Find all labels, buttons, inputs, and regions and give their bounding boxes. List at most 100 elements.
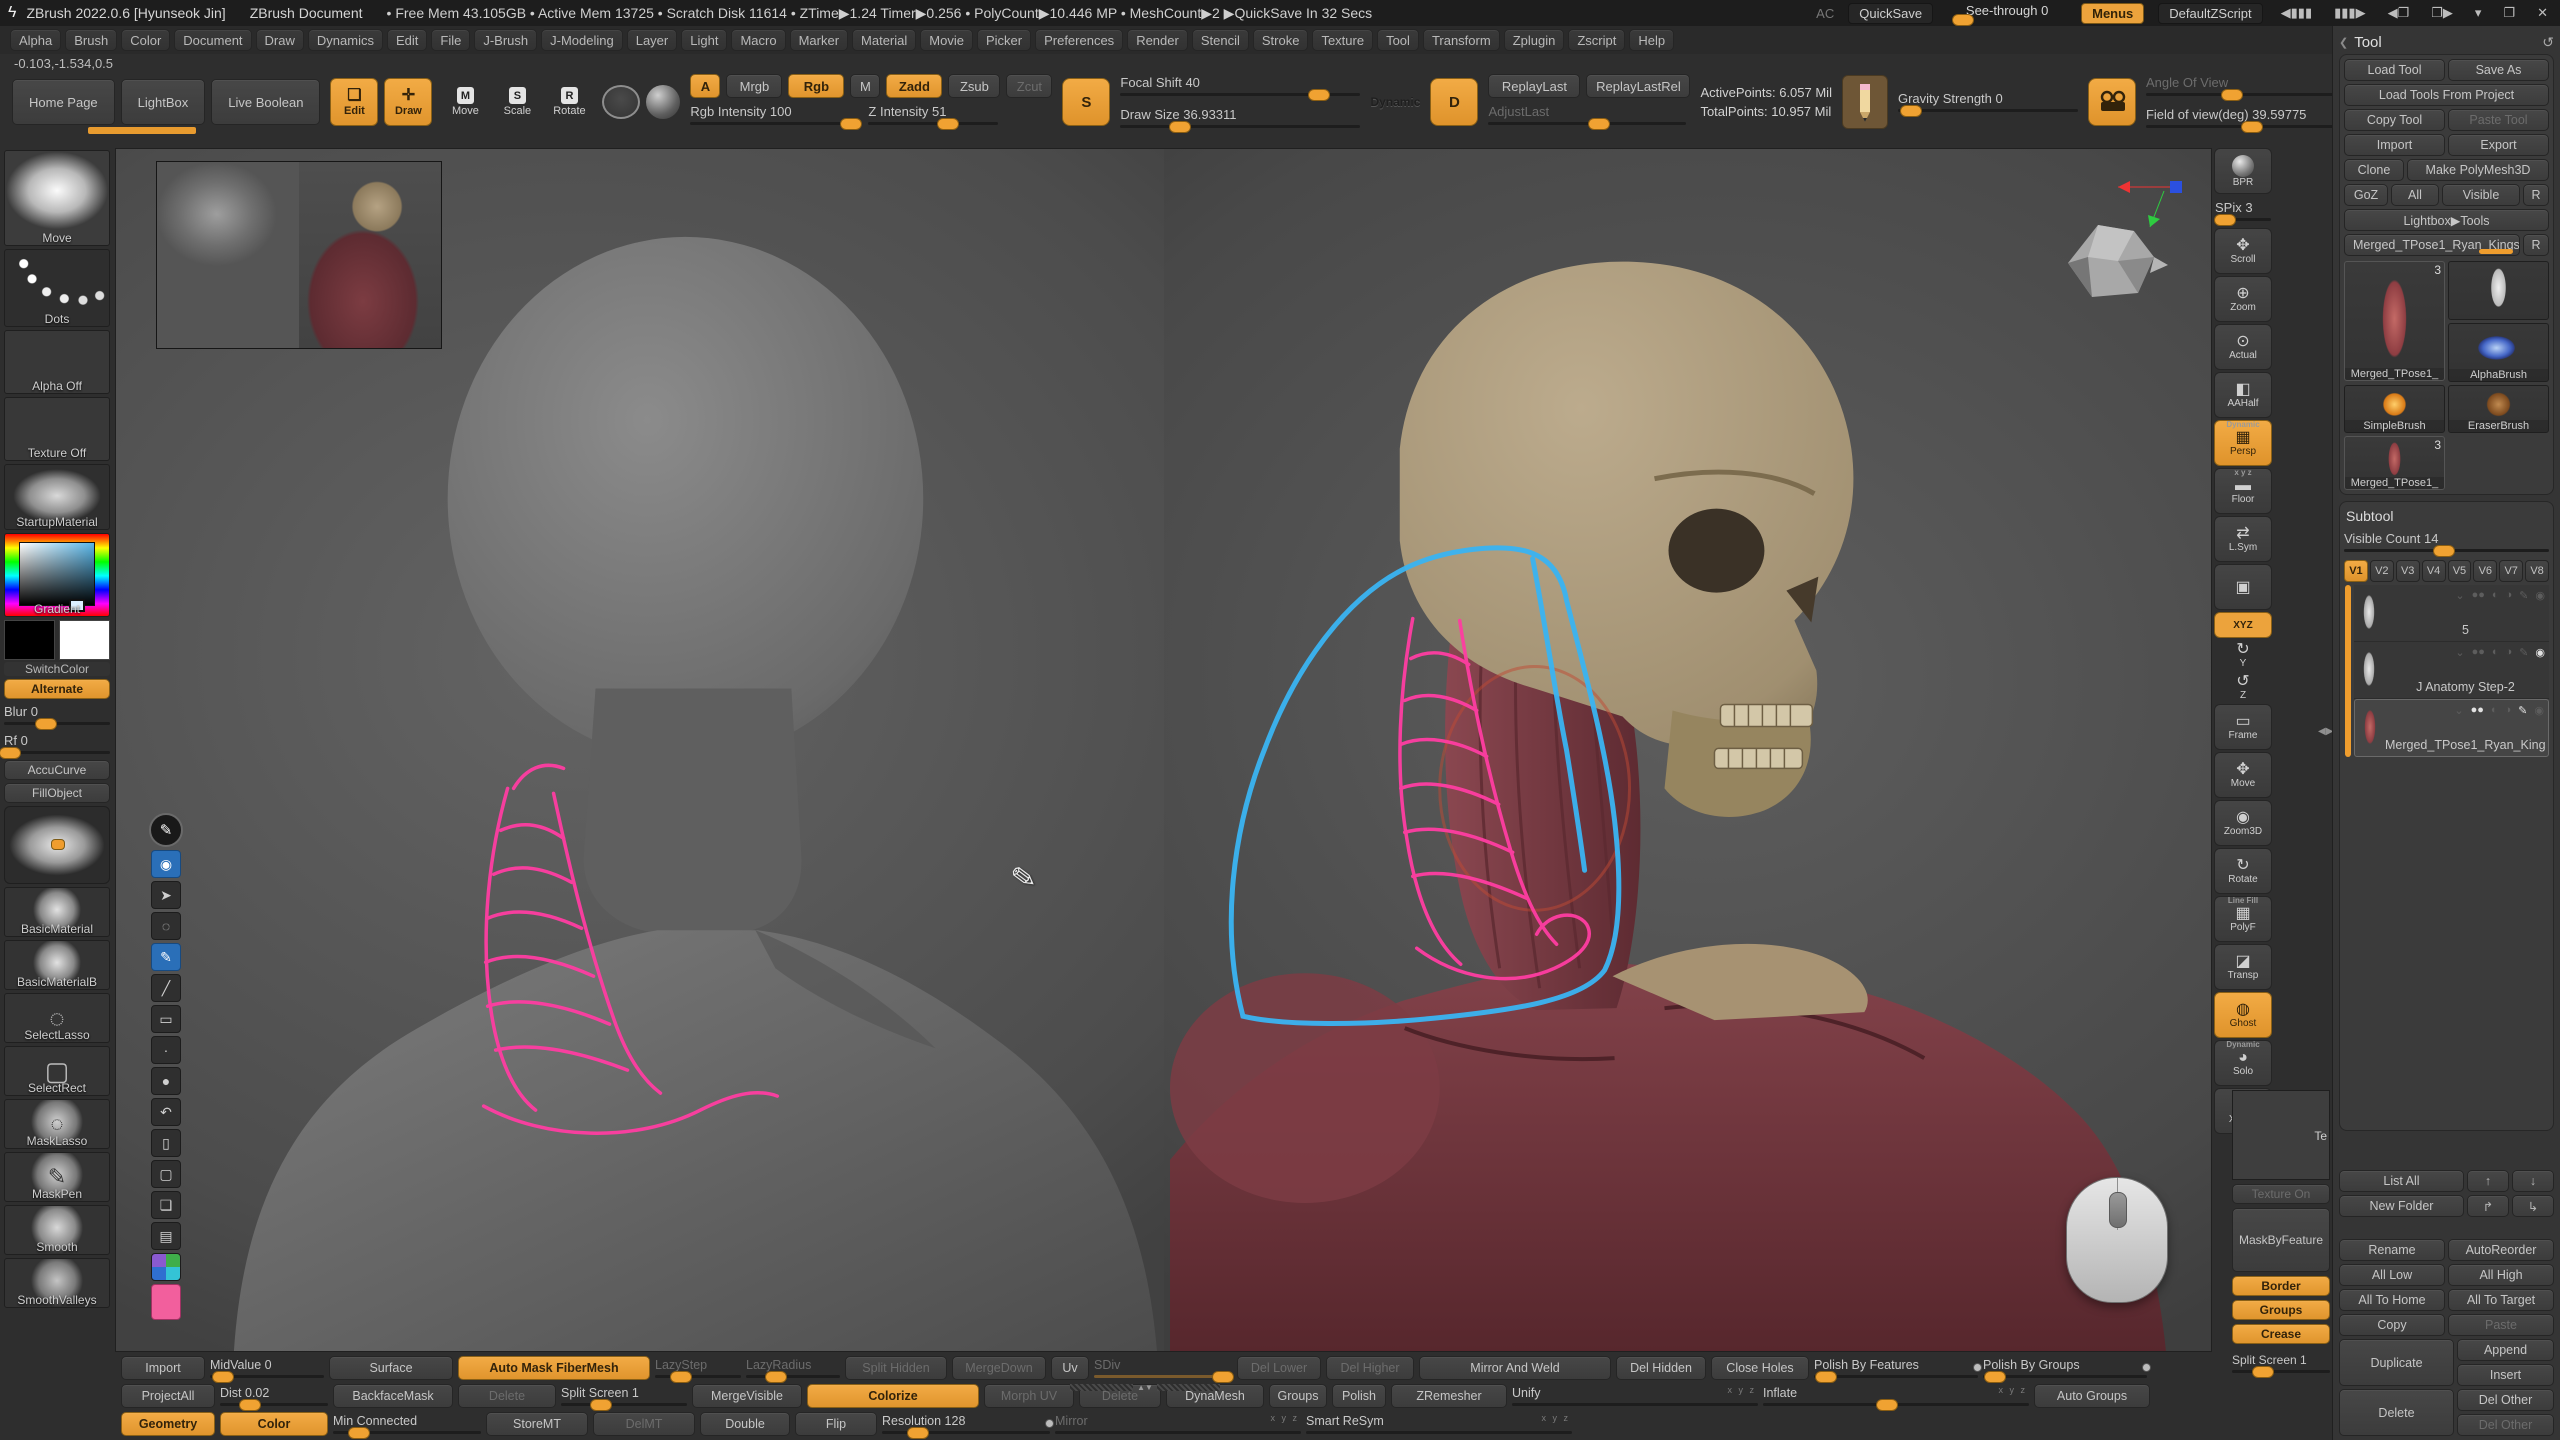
goz-all-button[interactable]: All (2391, 184, 2439, 206)
subtool-tab-v1[interactable]: V1 (2344, 560, 2368, 582)
zremesher-button[interactable]: ZRemesher (1391, 1384, 1507, 1408)
new-folder-button[interactable]: New Folder (2339, 1195, 2464, 1217)
material-sphere-icon[interactable] (646, 85, 680, 119)
switchcolor-swatches[interactable]: SwitchColor (4, 620, 110, 676)
subtool-tab-v2[interactable]: V2 (2370, 560, 2394, 582)
pencil-tool-preview[interactable] (1842, 75, 1888, 129)
lightbox-tools-button[interactable]: Lightbox▶Tools (2344, 209, 2549, 231)
all-low-button[interactable]: All Low (2339, 1264, 2445, 1286)
z-rotate-button[interactable]: ↺Z (2215, 672, 2271, 702)
palette-left-icon[interactable]: ◀❐ (2384, 5, 2414, 21)
texture-off-thumb[interactable]: Texture Off (4, 397, 110, 461)
frame-button[interactable]: ▭Frame (2214, 704, 2272, 750)
material[interactable]: Material (852, 29, 916, 51)
xyz-button[interactable]: XYZ (2214, 612, 2272, 638)
uv-button[interactable]: Uv (1051, 1356, 1089, 1380)
subtool-mini-icon[interactable]: ●● (2472, 646, 2485, 659)
goz-button[interactable]: GoZ (2344, 184, 2388, 206)
tool-thumb-merged-tpose[interactable]: 3 Merged_TPose1_ (2344, 261, 2445, 381)
unify-slider[interactable]: Unifyx y z (1512, 1383, 1758, 1409)
sdiv-slider[interactable]: SDiv (1094, 1355, 1232, 1381)
scale-button[interactable]: SScale (494, 79, 540, 125)
color[interactable]: Color (121, 29, 170, 51)
subtool-mini-icon[interactable]: ◉ (2535, 589, 2545, 602)
move-view-button[interactable]: ✥Move (2214, 752, 2272, 798)
copy-subtool-button[interactable]: Copy (2339, 1314, 2445, 1336)
alternate-button[interactable]: Alternate (4, 679, 110, 699)
floor-button[interactable]: x y z▬Floor (2214, 468, 2272, 514)
delete-subtool-button[interactable]: Delete (2339, 1389, 2454, 1436)
j-brush[interactable]: J-Brush (474, 29, 537, 51)
resolution-slider[interactable]: Resolution 128 (882, 1411, 1050, 1437)
color-picker[interactable]: Gradient (4, 533, 110, 617)
del-higher-button[interactable]: Del Higher (1326, 1356, 1414, 1380)
texture-on-button[interactable]: Texture On (2232, 1184, 2330, 1204)
paste-subtool-button[interactable]: Paste (2448, 1314, 2554, 1336)
lasso-icon[interactable]: ◌ (151, 912, 181, 940)
document[interactable]: Document (174, 29, 251, 51)
m-button[interactable]: M (850, 74, 880, 98)
color-palette-icon[interactable] (151, 1253, 181, 1281)
subtool-mini-icon[interactable]: ⌄ (2455, 646, 2464, 659)
rotate-view-button[interactable]: ↻Rotate (2214, 848, 2272, 894)
ring-icon[interactable] (602, 85, 640, 119)
material-thumb-startup[interactable]: StartupMaterial (4, 464, 110, 530)
del-lower-button[interactable]: Del Lower (1237, 1356, 1321, 1380)
solo-button[interactable]: Dynamic◕Solo (2214, 1040, 2272, 1086)
del-other-2-button[interactable]: Del Other (2457, 1414, 2554, 1436)
help[interactable]: Help (1629, 29, 1674, 51)
subtool-mini-icon[interactable]: ✎ (2518, 704, 2527, 717)
picker[interactable]: Picker (977, 29, 1031, 51)
draw-size-icon[interactable]: S (1062, 78, 1110, 126)
goz-visible-button[interactable]: Visible (2442, 184, 2520, 206)
canvas-right-view[interactable] (1164, 149, 2211, 1351)
stroke[interactable]: Stroke (1253, 29, 1309, 51)
masklasso-thumb[interactable]: ◌MaskLasso (4, 1099, 110, 1149)
shelf-divider-handle[interactable]: ▲▼ (1070, 1382, 1220, 1392)
auto-mask-fibermesh-button[interactable]: Auto Mask FiberMesh (458, 1356, 650, 1380)
zscript-button[interactable]: DefaultZScript (2158, 3, 2262, 24)
groups-button[interactable]: Groups (1269, 1384, 1327, 1408)
zoom-button[interactable]: ⊕Zoom (2214, 276, 2272, 322)
palette-right-icon[interactable]: ❐▶ (2427, 5, 2457, 21)
home-page-button[interactable]: Home Page (12, 79, 115, 125)
stroke-thumb-dots[interactable]: Dots (4, 249, 110, 327)
subtool-mini-icon[interactable]: ◐ (2492, 646, 2499, 659)
bpr-button[interactable]: BPR (2214, 148, 2272, 194)
polish-by-groups-slider[interactable]: Polish By Groups (1983, 1355, 2147, 1381)
trash-icon[interactable]: ▯ (151, 1129, 181, 1157)
brush-thumb-move[interactable]: Move (4, 150, 110, 246)
tool-thumb-eraserbrush[interactable]: EraserBrush (2448, 385, 2549, 433)
mirror-and-weld-button[interactable]: Mirror And Weld (1419, 1356, 1611, 1380)
groups-crease-button[interactable]: Groups (2232, 1300, 2330, 1320)
subtool-mini-icon[interactable]: ◐ (2491, 704, 2498, 717)
subtool-mini-icon[interactable]: ⌄ (2454, 704, 2463, 717)
subtool-tab-v6[interactable]: V6 (2473, 560, 2497, 582)
notes-icon[interactable]: ▤ (151, 1222, 181, 1250)
subtool-mini-icon[interactable]: ⌄ (2455, 589, 2464, 602)
undo-icon[interactable]: ↶ (151, 1098, 181, 1126)
reference-thumb-anatomy-figure[interactable] (299, 162, 441, 348)
border-button[interactable]: Border (2232, 1276, 2330, 1296)
j-modeling[interactable]: J-Modeling (541, 29, 623, 51)
delete-layer-button[interactable]: Delete (458, 1384, 556, 1408)
cursor-icon[interactable]: ➤ (151, 881, 181, 909)
preferences[interactable]: Preferences (1035, 29, 1123, 51)
subtool-mini-icon[interactable]: ◐ (2492, 589, 2499, 602)
lazystep-slider[interactable]: LazyStep (655, 1355, 741, 1381)
subtool-mini-icon[interactable]: ◑ (2506, 646, 2513, 659)
texture[interactable]: Texture (1312, 29, 1373, 51)
polyf-button[interactable]: Line Fill▦PolyF (2214, 896, 2272, 942)
quicksave-button[interactable]: QuickSave (1848, 3, 1933, 24)
reference-thumb-gray-figure[interactable] (157, 162, 299, 348)
zadd-button[interactable]: Zadd (886, 74, 942, 98)
flip-button[interactable]: Flip (795, 1412, 877, 1436)
light[interactable]: Light (681, 29, 727, 51)
blur-slider[interactable]: Blur 0 (4, 702, 110, 728)
split-hidden-button[interactable]: Split Hidden (845, 1356, 947, 1380)
tool[interactable]: Tool (1377, 29, 1419, 51)
spix-slider[interactable]: SPix 3 (2215, 196, 2271, 226)
ghost-button[interactable]: ◍Ghost (2214, 992, 2272, 1038)
colorize-button[interactable]: Colorize (807, 1384, 979, 1408)
material-thumb-basicb[interactable]: BasicMaterialB (4, 940, 110, 990)
